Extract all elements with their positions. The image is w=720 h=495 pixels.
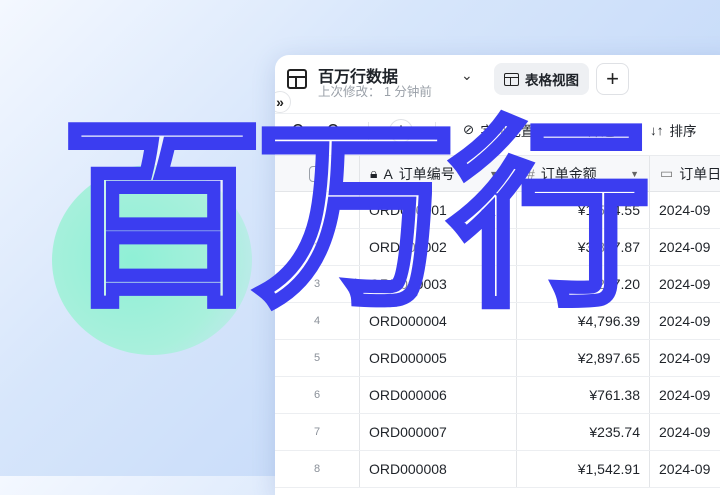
amount-cell[interactable]: ¥287.20 <box>517 266 650 302</box>
column-label: 订单编号 <box>398 165 455 182</box>
filter-button[interactable]: ▽ 筛选 <box>571 120 614 140</box>
number-type-icon: # <box>527 165 535 182</box>
row-number: 7 <box>275 414 360 450</box>
label: 字段配置 <box>480 124 535 139</box>
order-id-cell[interactable]: ORD000002 <box>360 229 517 265</box>
calendar-icon: ▭ <box>660 165 674 181</box>
eye-off-icon: ⊘ <box>463 122 475 137</box>
tab-table-view[interactable]: 表格视图 <box>494 63 589 95</box>
text-type-icon: A <box>383 165 393 182</box>
table-row[interactable]: 4 ORD000004 ¥4,796.39 2024-09 <box>275 303 720 340</box>
divider <box>368 122 369 140</box>
amount-cell[interactable]: ¥761.38 <box>517 377 650 413</box>
amount-cell[interactable]: ¥2,897.65 <box>517 340 650 376</box>
row-number: 2 <box>275 229 360 265</box>
add-view-button[interactable]: + <box>596 63 629 95</box>
date-cell[interactable]: 2024-09 <box>650 451 720 487</box>
row-number: 5 <box>275 340 360 376</box>
order-id-cell[interactable]: ORD000005 <box>360 340 517 376</box>
column-order-id[interactable]: 🔒︎ A 订单编号 ▼ <box>360 156 517 191</box>
row-number: 8 <box>275 451 360 487</box>
column-label: 订单金额 <box>540 165 597 182</box>
select-all-checkbox[interactable] <box>309 165 325 182</box>
caret-down-icon[interactable]: ▼ <box>630 169 639 179</box>
label: 筛选 <box>587 124 615 139</box>
sort-button[interactable]: ↓↑ 排序 <box>650 120 697 140</box>
date-cell[interactable]: 2024-09 <box>650 192 720 228</box>
table-icon <box>287 69 307 89</box>
amount-cell[interactable]: ¥1,542.91 <box>517 451 650 487</box>
date-cell[interactable]: 2024-09 <box>650 414 720 450</box>
amount-cell[interactable]: ¥3,897.87 <box>517 229 650 265</box>
order-id-cell[interactable]: ORD000004 <box>360 303 517 339</box>
table-header: 🔒︎ A 订单编号 ▼ # 订单金额 ▼ ▭ 订单日 <box>275 155 720 192</box>
row-number: 1 <box>275 192 360 228</box>
lock-icon: 🔒︎ <box>370 165 378 181</box>
table-row[interactable]: 8 ORD000008 ¥1,542.91 2024-09 <box>275 451 720 488</box>
row-number: 3 <box>275 266 360 302</box>
date-cell[interactable]: 2024-09 <box>650 340 720 376</box>
grid-icon <box>504 72 519 86</box>
label: 排序 <box>669 124 697 139</box>
decorative-circle <box>52 165 252 355</box>
filter-icon: ▽ <box>571 122 582 137</box>
table-row[interactable]: 6 ORD000006 ¥761.38 2024-09 <box>275 377 720 414</box>
date-cell[interactable]: 2024-09 <box>650 303 720 339</box>
table-row[interactable]: 7 ORD000007 ¥235.74 2024-09 <box>275 414 720 451</box>
table-app-window: 百万行数据 上次修改： 1 分钟前 ⌄ 表格视图 + » ↶ ↷ + ⊘ 字段配置… <box>275 55 720 495</box>
table-row[interactable]: 5 ORD000005 ¥2,897.65 2024-09 <box>275 340 720 377</box>
amount-cell[interactable]: ¥1,584.55 <box>517 192 650 228</box>
last-modified: 上次修改： 1 分钟前 <box>318 85 432 99</box>
undo-button[interactable]: ↶ <box>289 120 304 141</box>
header: 百万行数据 上次修改： 1 分钟前 ⌄ 表格视图 + » <box>275 55 720 113</box>
date-cell[interactable]: 2024-09 <box>650 377 720 413</box>
order-id-cell[interactable]: ORD000008 <box>360 451 517 487</box>
table-row[interactable]: 3 ORD000003 ¥287.20 2024-09 <box>275 266 720 303</box>
add-record-button[interactable]: + <box>389 119 413 143</box>
amount-cell[interactable]: ¥4,796.39 <box>517 303 650 339</box>
row-number: 6 <box>275 377 360 413</box>
field-config-button[interactable]: ⊘ 字段配置 <box>463 120 534 140</box>
order-id-cell[interactable]: ORD000006 <box>360 377 517 413</box>
expand-sidebar-button[interactable]: » <box>275 91 291 113</box>
order-id-cell[interactable]: ORD000007 <box>360 414 517 450</box>
caret-down-icon[interactable]: ▼ <box>489 169 498 179</box>
redo-button[interactable]: ↷ <box>327 120 342 141</box>
tab-label: 表格视图 <box>525 73 579 88</box>
row-number: 4 <box>275 303 360 339</box>
divider <box>435 122 436 140</box>
date-cell[interactable]: 2024-09 <box>650 266 720 302</box>
column-amount[interactable]: # 订单金额 ▼ <box>517 156 650 191</box>
column-date[interactable]: ▭ 订单日 <box>650 156 720 191</box>
order-id-cell[interactable]: ORD000003 <box>360 266 517 302</box>
table-row[interactable]: 2 ORD000002 ¥3,897.87 2024-09 <box>275 229 720 266</box>
order-id-cell[interactable]: ORD000001 <box>360 192 517 228</box>
sort-icon: ↓↑ <box>650 122 664 138</box>
date-cell[interactable]: 2024-09 <box>650 229 720 265</box>
table-row[interactable]: 1 ORD000001 ¥1,584.55 2024-09 <box>275 192 720 229</box>
amount-cell[interactable]: ¥235.74 <box>517 414 650 450</box>
chevron-down-icon[interactable]: ⌄ <box>461 67 473 84</box>
column-label: 订单日 <box>679 165 720 182</box>
toolbar: ↶ ↷ + ⊘ 字段配置 ▽ 筛选 ↓↑ 排序 <box>275 113 720 147</box>
